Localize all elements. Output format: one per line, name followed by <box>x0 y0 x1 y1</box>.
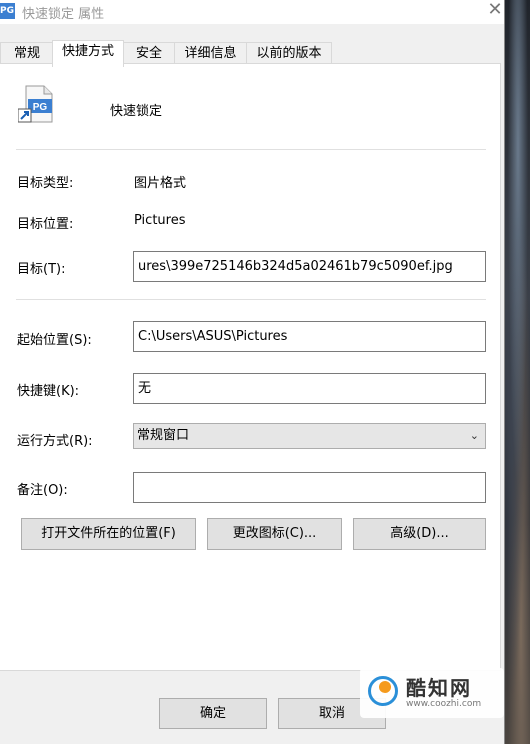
watermark-name: 酷知网 <box>406 676 472 700</box>
target-type-label: 目标类型: <box>17 176 74 191</box>
coozhi-logo-icon <box>368 676 398 706</box>
tab-security[interactable]: 安全 <box>123 42 175 65</box>
shortcut-file-icon: PG <box>18 85 53 123</box>
run-select[interactable]: 常规窗口 ⌄ <box>133 423 486 449</box>
close-icon[interactable]: ✕ <box>487 1 503 19</box>
shortcut-tab-panel <box>0 63 501 671</box>
window-title: 快速锁定 属性 <box>22 7 105 22</box>
start-in-input[interactable]: C:\Users\ASUS\Pictures <box>133 321 486 352</box>
watermark: 酷知网 www.coozhi.com <box>360 668 504 718</box>
chevron-down-icon: ⌄ <box>469 429 479 442</box>
jpg-file-icon: PG <box>0 3 15 19</box>
tab-bar: 常规 快捷方式 安全 详细信息 以前的版本 <box>0 40 504 67</box>
title-bar: PG 快速锁定 属性 ✕ <box>0 0 504 24</box>
divider <box>16 149 486 150</box>
watermark-url: www.coozhi.com <box>406 699 482 709</box>
comment-input[interactable] <box>133 472 486 503</box>
tab-previous-versions[interactable]: 以前的版本 <box>246 42 332 65</box>
tab-general[interactable]: 常规 <box>0 42 54 65</box>
start-in-label: 起始位置(S): <box>17 333 92 348</box>
target-type-value: 图片格式 <box>134 176 187 191</box>
advanced-button[interactable]: 高级(D)... <box>353 518 486 550</box>
run-select-value: 常规窗口 <box>137 428 190 443</box>
comment-label: 备注(O): <box>17 483 68 498</box>
shortcut-name: 快速锁定 <box>110 104 163 119</box>
target-label: 目标(T): <box>17 262 66 277</box>
tab-shortcut[interactable]: 快捷方式 <box>52 40 124 67</box>
hotkey-input[interactable]: 无 <box>133 373 486 404</box>
divider <box>16 299 486 300</box>
tab-details[interactable]: 详细信息 <box>174 42 247 65</box>
hotkey-label: 快捷键(K): <box>17 384 80 399</box>
target-location-label: 目标位置: <box>17 217 74 232</box>
properties-dialog: PG 快速锁定 属性 ✕ 常规 快捷方式 安全 详细信息 以前的版本 PG 快速… <box>0 0 505 744</box>
file-icon-text: PG <box>33 102 48 113</box>
target-input[interactable]: ures\399e725146b324d5a02461b79c5090ef.jp… <box>133 251 486 282</box>
open-file-location-button[interactable]: 打开文件所在的位置(F) <box>21 518 196 550</box>
target-location-value: Pictures <box>134 213 186 228</box>
ok-button[interactable]: 确定 <box>159 698 267 729</box>
change-icon-button[interactable]: 更改图标(C)... <box>207 518 342 550</box>
run-label: 运行方式(R): <box>17 434 93 449</box>
